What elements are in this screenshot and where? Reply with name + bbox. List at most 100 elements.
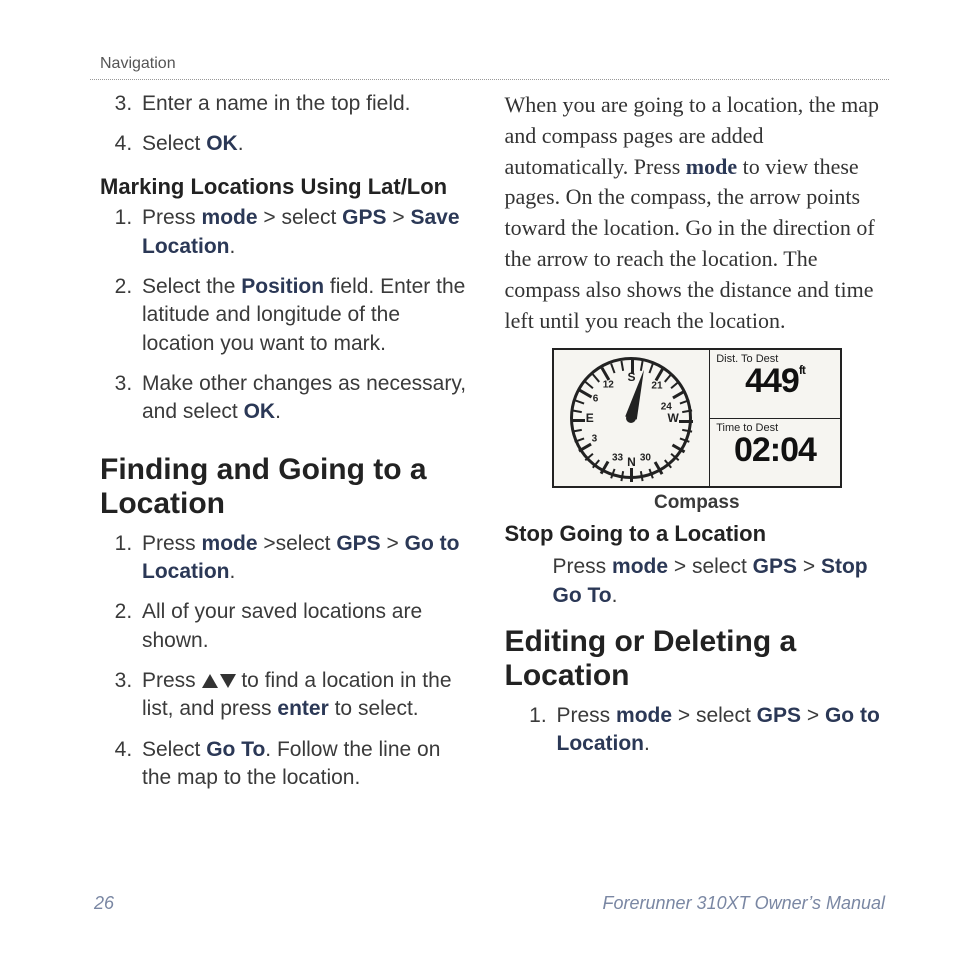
mode-label: mode — [202, 206, 258, 229]
compass-figure: S N E W 12 21 24 30 33 3 6 D — [552, 348, 842, 514]
page-footer: 26 Forerunner 310XT Owner’s Manual — [90, 893, 889, 914]
mode-label: mode — [202, 532, 258, 555]
continued-list: Enter a name in the top field. Select OK… — [90, 90, 475, 171]
heading-finding: Finding and Going to a Location — [100, 453, 475, 522]
left-column: Enter a name in the top field. Select OK… — [90, 90, 475, 893]
goto-label: Go To — [206, 738, 265, 761]
list-item: Select the Position field. Enter the lat… — [138, 273, 475, 370]
text: . — [275, 400, 281, 423]
text: Press — [142, 669, 202, 692]
compass-caption: Compass — [552, 492, 842, 514]
text: Select the — [142, 275, 241, 298]
compass-tick-icon — [630, 468, 633, 482]
text: > — [801, 704, 825, 727]
compass-tick-icon — [592, 460, 600, 469]
compass-num: 12 — [603, 379, 614, 390]
text: >select — [258, 532, 337, 555]
compass-tick-icon — [600, 461, 610, 475]
ok-label: OK — [244, 400, 276, 423]
finding-list: Press mode >select GPS > Go to Location.… — [90, 530, 475, 805]
text: . — [612, 584, 618, 607]
subheading-marking: Marking Locations Using Lat/Lon — [100, 173, 475, 201]
compass-tick-icon — [680, 400, 690, 405]
compass-e: E — [586, 411, 594, 425]
up-arrow-icon — [202, 674, 218, 688]
compass-tick-icon — [654, 462, 664, 476]
list-item: Press mode >select GPS > Go to Location. — [138, 530, 475, 599]
heading-editing: Editing or Deleting a Location — [505, 625, 890, 694]
compass-tick-icon — [592, 374, 600, 383]
right-column: When you are going to a location, the ma… — [505, 90, 890, 893]
stop-body: Press mode > select GPS > Stop Go To. — [505, 552, 890, 611]
text: to view these pages. On the compass, the… — [505, 154, 875, 333]
text: Press — [557, 704, 617, 727]
compass-tick-icon — [679, 420, 693, 423]
list-item: Press mode > select GPS > Go to Location… — [553, 702, 890, 771]
compass-data-area: Dist. To Dest 449ft Time to Dest 02:04 — [710, 350, 840, 486]
dist-value: 449ft — [716, 365, 834, 397]
marking-list: Press mode > select GPS > Save Location.… — [90, 204, 475, 438]
dist-number: 449 — [745, 362, 799, 400]
text: . — [644, 732, 650, 755]
time-value: 02:04 — [716, 434, 834, 466]
text: Press — [142, 532, 202, 555]
content-columns: Enter a name in the top field. Select OK… — [90, 90, 889, 893]
text: to select. — [329, 697, 419, 720]
compass-tick-icon — [683, 429, 693, 433]
text: > — [797, 555, 821, 578]
time-box: Time to Dest 02:04 — [710, 419, 840, 487]
text: . — [230, 560, 236, 583]
compass-tick-icon — [572, 429, 582, 433]
mode-label: mode — [616, 704, 672, 727]
compass-num: 30 — [640, 452, 651, 463]
compass-tick-icon — [611, 469, 616, 479]
compass-num: 21 — [651, 380, 662, 391]
compass-tick-icon — [579, 443, 593, 453]
editing-list: Press mode > select GPS > Go to Location… — [505, 702, 890, 771]
compass-dial-area: S N E W 12 21 24 30 33 3 6 — [554, 350, 710, 486]
text: Select — [142, 738, 206, 761]
list-item: Make other changes as necessary, and sel… — [138, 370, 475, 439]
compass-tick-icon — [571, 419, 585, 422]
compass-tick-icon — [673, 390, 687, 400]
compass-tick-icon — [631, 360, 634, 374]
compass-tick-icon — [671, 381, 680, 389]
text: . — [230, 235, 236, 258]
compass-tick-icon — [575, 438, 585, 443]
ok-label: OK — [206, 132, 238, 155]
compass-screen: S N E W 12 21 24 30 33 3 6 D — [552, 348, 842, 488]
compass-tick-icon — [671, 453, 680, 461]
list-item: Enter a name in the top field. — [138, 90, 475, 130]
text: . — [238, 132, 244, 155]
compass-num: 24 — [661, 401, 672, 412]
mode-label: mode — [686, 154, 737, 179]
compass-tick-icon — [672, 444, 686, 454]
compass-num: 3 — [592, 434, 598, 445]
compass-tick-icon — [649, 469, 654, 479]
compass-tick-icon — [683, 410, 693, 414]
text: > select — [672, 704, 757, 727]
compass-tick-icon — [664, 460, 672, 469]
dist-unit: ft — [799, 363, 805, 377]
manual-title: Forerunner 310XT Owner’s Manual — [603, 893, 885, 914]
compass-w: W — [668, 411, 679, 425]
compass-tick-icon — [611, 364, 616, 374]
subheading-stop: Stop Going to a Location — [505, 520, 890, 548]
text: > select — [258, 206, 343, 229]
intro-paragraph: When you are going to a location, the ma… — [505, 90, 890, 336]
compass-num: 6 — [593, 393, 599, 404]
list-item: Press mode > select GPS > Save Location. — [138, 204, 475, 273]
mode-label: mode — [612, 555, 668, 578]
list-item: All of your saved locations are shown. — [138, 598, 475, 667]
list-item: Press to find a location in the list, an… — [138, 667, 475, 736]
position-label: Position — [241, 275, 324, 298]
compass-tick-icon — [585, 453, 594, 461]
text: > — [381, 532, 405, 555]
text: Make other changes as necessary, and sel… — [142, 372, 466, 423]
text: Press — [553, 555, 613, 578]
compass-tick-icon — [575, 400, 585, 405]
section-header: Navigation — [90, 55, 889, 80]
compass-tick-icon — [680, 438, 690, 443]
text: Select — [142, 132, 206, 155]
compass-tick-icon — [572, 410, 582, 414]
